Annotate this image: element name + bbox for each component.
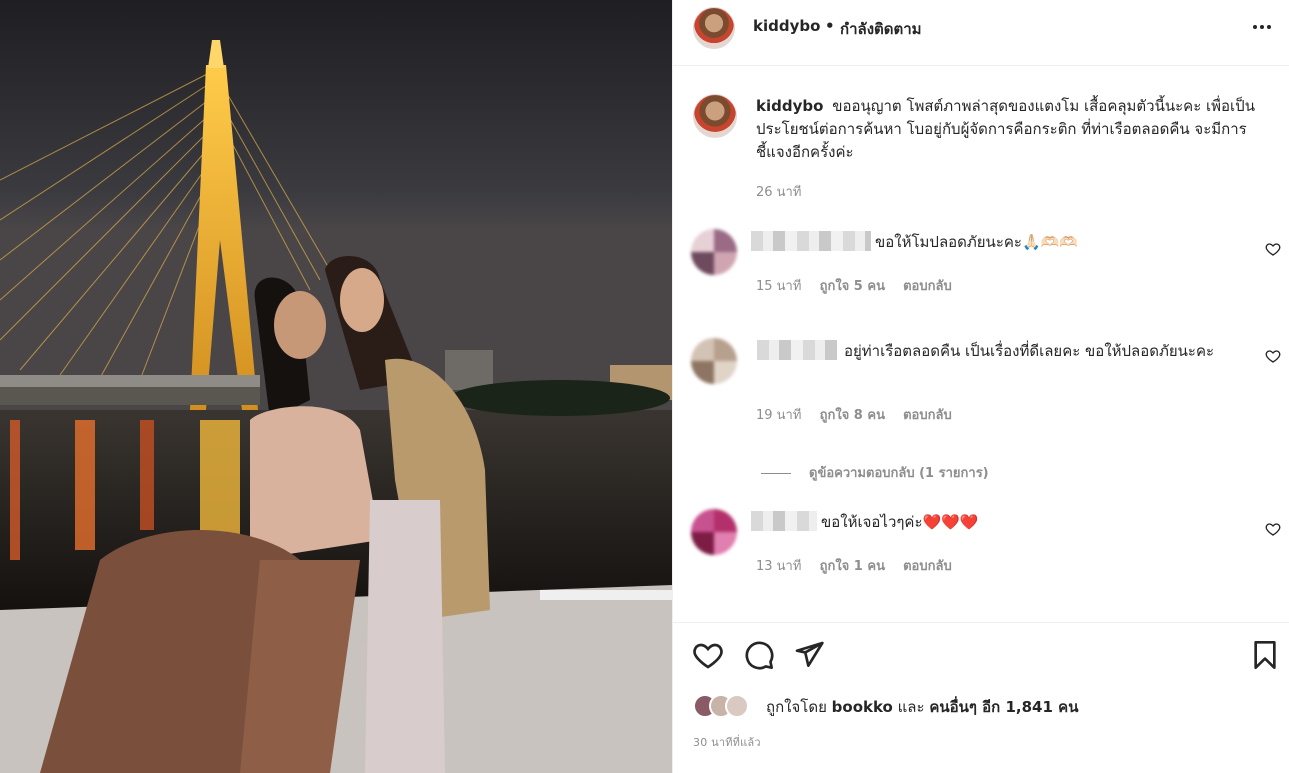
post-timestamp: 30 นาทีที่แล้ว (693, 736, 761, 749)
post-photo (0, 0, 672, 773)
comment-icon[interactable] (743, 639, 775, 671)
likes-and: และ (897, 698, 925, 716)
view-replies-label: ดูข้อความตอบกลับ (1 รายการ) (809, 466, 989, 481)
likes-summary: ถูกใจโดย bookko และ คนอื่นๆ อีก 1,841 คน (693, 691, 1273, 719)
comment-time: 19 นาที (756, 408, 802, 423)
comment-avatar[interactable] (691, 509, 737, 555)
liker-avatar[interactable] (725, 694, 749, 718)
comment-like-heart-icon[interactable] (1265, 521, 1281, 537)
bookmark-icon[interactable] (1249, 639, 1281, 671)
share-icon[interactable] (793, 639, 825, 671)
likes-others-count[interactable]: คนอื่นๆ อีก 1,841 คน (929, 698, 1078, 716)
comment-username-redacted[interactable] (751, 511, 817, 531)
comment-likes-count[interactable]: ถูกใจ 8 คน (820, 408, 885, 423)
follow-status-button[interactable]: กำลังติดตาม (840, 17, 922, 41)
comment-avatar[interactable] (691, 338, 737, 384)
view-replies-button[interactable]: ดูข้อความตอบกลับ (1 รายการ) (761, 462, 989, 483)
caption-text: kiddybo ขออนุญาต โพสต์ภาพล่าสุดของแตงโม … (756, 95, 1268, 164)
heart-icon[interactable] (692, 639, 724, 671)
avatar[interactable] (693, 7, 735, 49)
comment-text: ขอให้เจอไวๆค่ะ❤️❤️❤️ (821, 511, 1251, 534)
post-username[interactable]: kiddybo (753, 17, 820, 35)
caption-time: 26 นาที (756, 185, 802, 200)
comment-meta: 15 นาที ถูกใจ 5 คน ตอบกลับ (756, 275, 966, 296)
post-detail-panel: kiddybo • กำลังติดตาม kiddybo ขออนุญาต โ… (672, 0, 1289, 773)
reply-button[interactable]: ตอบกลับ (903, 408, 952, 423)
reply-button[interactable]: ตอบกลับ (903, 279, 952, 294)
comment-text: อยู่ท่าเรือตลอดคืน เป็นเรื่องที่ดีเลยคะ … (844, 342, 1215, 360)
post-header: kiddybo • กำลังติดตาม (673, 0, 1289, 66)
reply-button[interactable]: ตอบกลับ (903, 559, 952, 574)
caption-body: ขออนุญาต โพสต์ภาพล่าสุดของแตงโม เสื้อคลุ… (756, 97, 1255, 161)
comment-avatar[interactable] (691, 229, 737, 275)
replies-divider-line (761, 473, 791, 474)
comment-like-heart-icon[interactable] (1265, 241, 1281, 257)
comment-likes-count[interactable]: ถูกใจ 5 คน (820, 279, 885, 294)
likes-prefix: ถูกใจโดย (766, 698, 827, 716)
comment-meta: 19 นาที ถูกใจ 8 คน ตอบกลับ (756, 404, 966, 425)
more-icon (1253, 25, 1271, 29)
comment-meta: 13 นาที ถูกใจ 1 คน ตอบกลับ (756, 555, 966, 576)
likes-text: ถูกใจโดย bookko และ คนอื่นๆ อีก 1,841 คน (766, 695, 1078, 719)
caption-username[interactable]: kiddybo (756, 97, 823, 115)
post-actions: ถูกใจโดย bookko และ คนอื่นๆ อีก 1,841 คน… (673, 622, 1289, 773)
comment-time: 13 นาที (756, 559, 802, 574)
comment-time: 15 นาที (756, 279, 802, 294)
separator-dot: • (825, 17, 835, 35)
comment-likes-count[interactable]: ถูกใจ 1 คน (820, 559, 885, 574)
comment-text: ขอให้โมปลอดภัยนะคะ🙏🏻🫶🏻🫶🏻 (875, 233, 1078, 251)
caption-avatar[interactable] (693, 94, 737, 138)
comment-text-body: ขอให้เจอไวๆค่ะ❤️❤️❤️ (821, 513, 979, 531)
liker-username[interactable]: bookko (832, 698, 893, 716)
comment-like-heart-icon[interactable] (1265, 348, 1281, 364)
more-options-button[interactable] (1249, 16, 1275, 38)
comment-username-redacted[interactable] (751, 231, 871, 251)
